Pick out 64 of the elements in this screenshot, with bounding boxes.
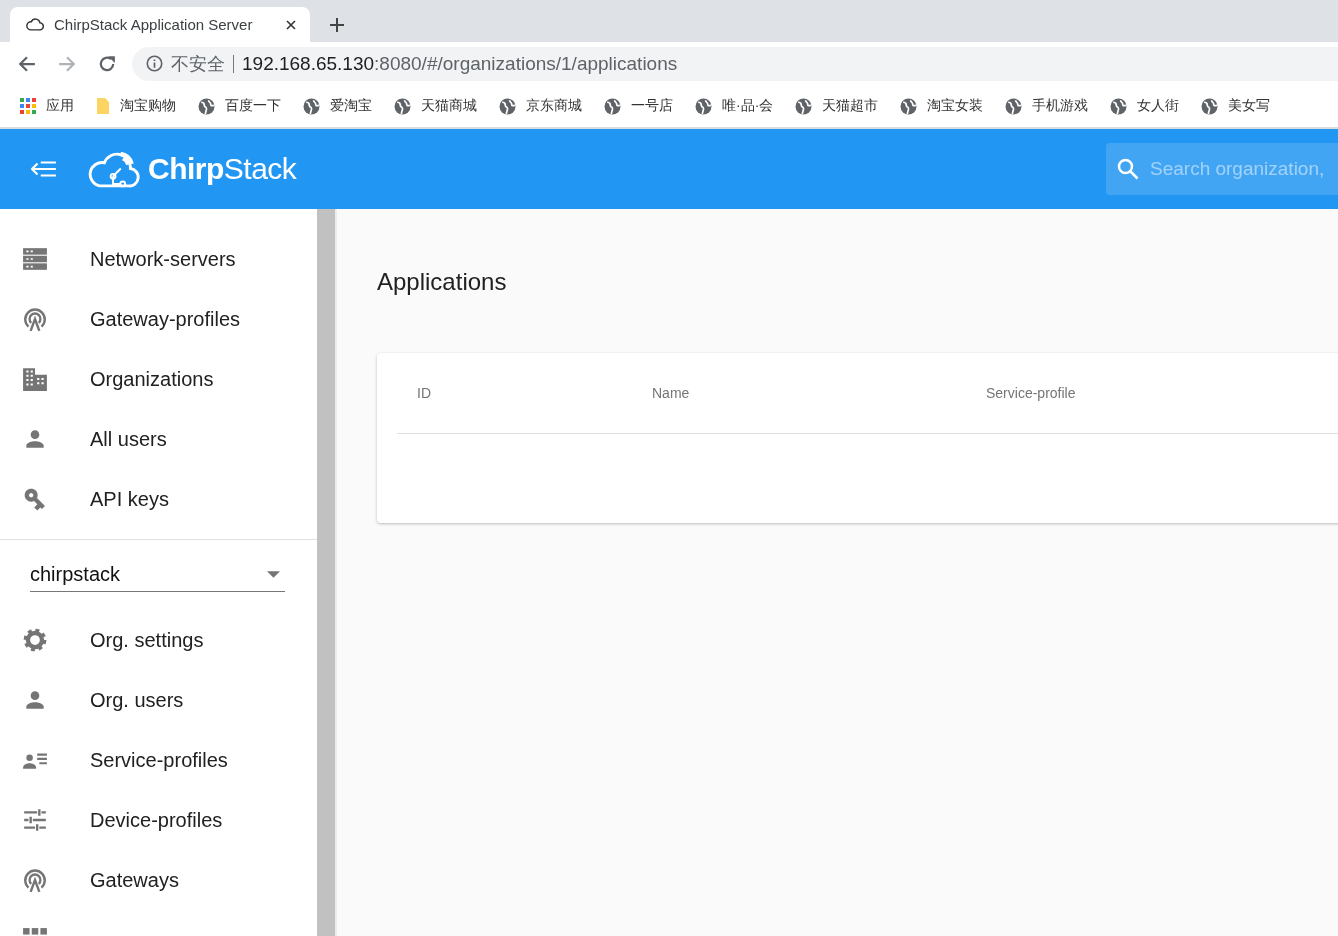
bookmark[interactable]: 百度一下: [198, 97, 281, 115]
globe-icon: [604, 97, 621, 115]
globe-icon: [900, 97, 918, 115]
bookmark[interactable]: 一号店: [604, 97, 673, 115]
column-header: Name: [652, 385, 691, 401]
building-icon: [22, 366, 48, 392]
info-icon: [146, 55, 163, 72]
close-icon[interactable]: [286, 19, 296, 30]
column-header: Service-profile: [986, 385, 1076, 401]
bookmark[interactable]: 美女写: [1201, 97, 1271, 115]
chirpstack-logo: ChirpStack: [148, 152, 297, 186]
antenna-icon: [22, 306, 48, 332]
globe-icon: [1201, 97, 1219, 115]
bookmark[interactable]: 淘宝购物: [96, 97, 176, 115]
bookmark[interactable]: 天猫商城: [394, 97, 477, 115]
scrollbar[interactable]: [317, 209, 337, 936]
search-icon: [1116, 157, 1140, 181]
separator-icon: [233, 54, 234, 73]
globe-icon: [1110, 97, 1128, 115]
bookmark[interactable]: 女人街: [1110, 97, 1180, 115]
sidebar-item[interactable]: Org. settings: [0, 610, 317, 670]
folder-icon: [96, 97, 110, 115]
antenna-icon: [22, 867, 48, 893]
globe-icon: [303, 97, 320, 115]
bookmark[interactable]: 手机游戏: [1005, 97, 1089, 115]
bookmark[interactable]: 淘宝女装: [900, 97, 984, 115]
reload-icon[interactable]: [98, 54, 116, 73]
sidebar-item[interactable]: All users: [0, 409, 317, 469]
url-text: 192.168.65.130:8080/#/organizations/1/applications: [242, 52, 678, 75]
column-header: ID: [416, 385, 432, 401]
sidebar-item[interactable]: Service-profiles: [0, 730, 317, 790]
globe-icon: [394, 97, 411, 115]
apps-grid-icon: [20, 98, 36, 114]
globe-icon: [198, 97, 215, 115]
bookmark[interactable]: 应用: [20, 97, 74, 115]
back-icon[interactable]: [18, 54, 36, 73]
address-bar[interactable]: 不安全 192.168.65.130:8080/#/organizations/1/applications: [132, 46, 1338, 81]
cloud-icon: [26, 17, 44, 32]
bookmark[interactable]: 爱淘宝: [303, 97, 372, 115]
bookmark[interactable]: 唯·品·会: [695, 97, 774, 115]
sidebar-item[interactable]: Device-profiles: [0, 790, 317, 850]
sliders-icon: [22, 807, 48, 833]
bookmark[interactable]: 天猫超市: [795, 97, 879, 115]
server-stack-icon: [22, 246, 48, 272]
sidebar-item[interactable]: API keys: [0, 469, 317, 529]
menu-collapse-icon[interactable]: [31, 160, 57, 178]
organization-select[interactable]: chirpstack: [30, 557, 285, 592]
key-icon: [22, 486, 48, 512]
bookmark[interactable]: 京东商城: [499, 97, 582, 115]
sidebar-item[interactable]: Organizations: [0, 349, 317, 409]
globe-icon: [795, 97, 813, 115]
sidebar-item[interactable]: Gateways: [0, 850, 317, 910]
security-label: 不安全: [171, 52, 225, 76]
sidebar-item[interactable]: Org. users: [0, 670, 317, 730]
globe-icon: [1005, 97, 1023, 115]
settings-icon: [22, 627, 48, 653]
sidebar-item[interactable]: Gateway-profiles: [0, 289, 317, 349]
new-tab-icon[interactable]: [330, 18, 344, 32]
dropdown-arrow-icon: [267, 570, 280, 578]
globe-icon: [499, 97, 516, 115]
sidebar-item[interactable]: Network-servers: [0, 229, 317, 289]
globe-icon: [695, 97, 712, 115]
page-title: Applications: [377, 267, 508, 297]
browser-tab[interactable]: ChirpStack Application Server: [10, 7, 310, 42]
